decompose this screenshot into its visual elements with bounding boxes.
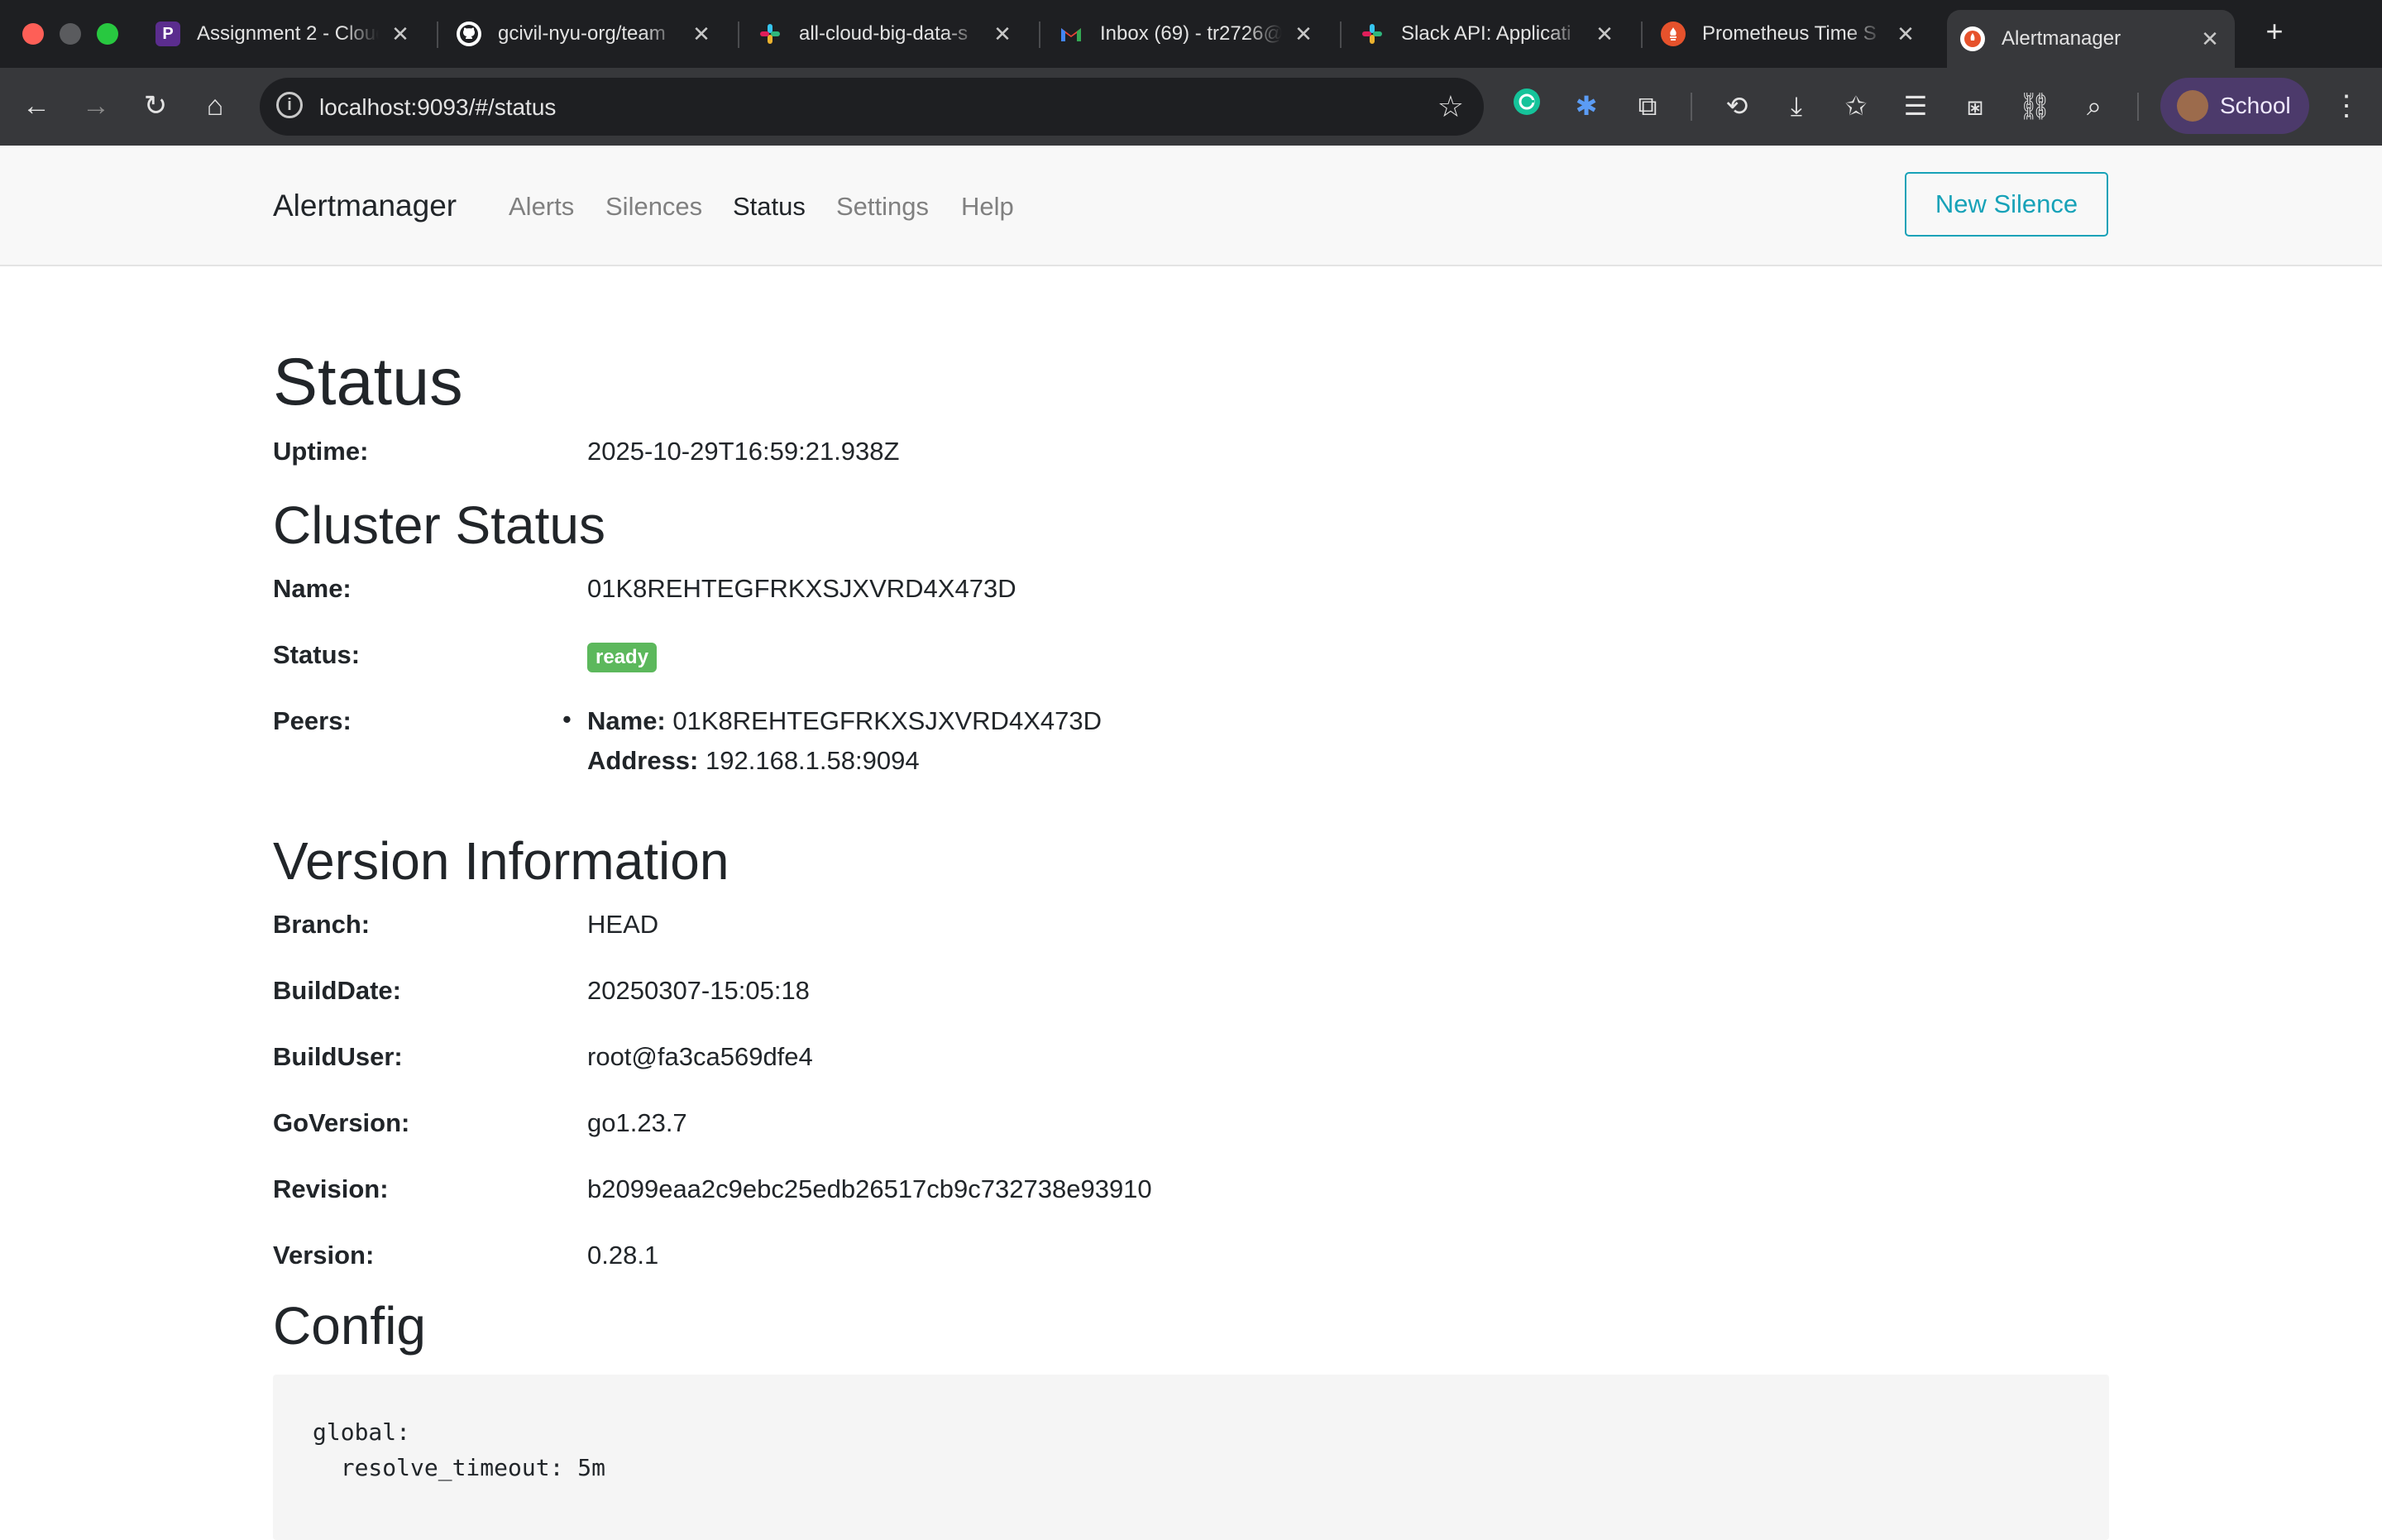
nav-link-status[interactable]: Status (733, 192, 806, 222)
tab-title: Slack API: Applicati (1401, 22, 1571, 45)
slack-icon (1360, 22, 1385, 46)
github-icon (457, 22, 481, 46)
browser-tab[interactable]: Slack API: Applicati ✕ (1360, 12, 1614, 56)
browser-tab-active[interactable]: Alertmanager ✕ (1947, 10, 2235, 68)
tab-title: Assignment 2 - Cloud (197, 22, 379, 45)
favorites-icon[interactable]: ✩ (1838, 88, 1874, 124)
site-info-icon[interactable]: i (276, 92, 303, 118)
tab-favicon-icon: P (155, 22, 180, 46)
close-window-button[interactable] (22, 23, 44, 45)
more-menu-icon[interactable]: ⋮ (2332, 88, 2360, 124)
alertmanager-icon (1960, 26, 1985, 51)
url-text[interactable]: localhost:9093/#/status (319, 94, 556, 121)
back-icon[interactable]: ← (17, 86, 56, 126)
peer-name-label: Name: (587, 706, 666, 735)
extension-asterisk-icon[interactable]: ✱ (1568, 88, 1605, 124)
browser-tab[interactable]: P Assignment 2 - Cloud ✕ (155, 12, 410, 56)
tab-title: Alertmanager (2002, 27, 2121, 50)
builduser-label: BuildUser: (273, 1042, 403, 1071)
revision-value: b2099eaa2c9ebc25edb26517cb9c732738e93910 (587, 1174, 1152, 1203)
version-label: Version: (273, 1241, 375, 1270)
config-heading: Config (273, 1296, 426, 1356)
tab-title: Prometheus Time S (1702, 22, 1877, 45)
minimize-window-button[interactable] (60, 23, 81, 45)
branch-label: Branch: (273, 910, 371, 939)
page-title: Status (273, 345, 463, 419)
peer-address-row: Address: 192.168.1.58:9094 (587, 746, 920, 776)
tab-title: all-cloud-big-data-s (799, 22, 969, 45)
builddate-value: 20250307-15:05:18 (587, 976, 810, 1005)
browser-tab-strip: P Assignment 2 - Cloud ✕ gcivil-nyu-org/… (0, 0, 2382, 68)
status-badge: ready (587, 643, 658, 672)
profile-button[interactable]: School (2160, 78, 2309, 134)
close-tab-icon[interactable]: ✕ (2200, 26, 2220, 52)
maximize-window-button[interactable] (97, 23, 118, 45)
brand-link[interactable]: Alertmanager (273, 189, 457, 223)
browser-tab[interactable]: Prometheus Time S ✕ (1661, 12, 1916, 56)
branch-value: HEAD (587, 910, 659, 939)
close-tab-icon[interactable]: ✕ (390, 22, 410, 47)
screen-search-icon[interactable]: ⌕ (2076, 88, 2112, 124)
close-tab-icon[interactable]: ✕ (1595, 22, 1614, 47)
new-tab-icon[interactable]: + (2256, 13, 2293, 50)
reading-list-icon[interactable]: ☰ (1897, 88, 1934, 124)
browser-tab[interactable]: all-cloud-big-data-s ✕ (758, 12, 1012, 56)
browser-tab[interactable]: gcivil-nyu-org/team ✕ (457, 12, 711, 56)
nav-link-alerts[interactable]: Alerts (509, 192, 574, 222)
nav-link-silences[interactable]: Silences (605, 192, 702, 222)
tab-title: gcivil-nyu-org/team (498, 22, 666, 45)
tab-title: Inbox (69) - tr2726@ (1100, 22, 1282, 45)
config-block: global: resolve_timeout: 5m (273, 1375, 2109, 1540)
close-tab-icon[interactable]: ✕ (1896, 22, 1916, 47)
builduser-value: root@fa3ca569dfe4 (587, 1042, 813, 1071)
home-icon[interactable]: ⌂ (195, 86, 235, 126)
peer-name-value: 01K8REHTEGFRKXSJXVRD4X473D (672, 706, 1102, 735)
peer-name-row: Name: 01K8REHTEGFRKXSJXVRD4X473D (587, 706, 1102, 736)
close-tab-icon[interactable]: ✕ (992, 22, 1012, 47)
browser-toolbar: ← → ↻ ⌂ i localhost:9093/#/status ☆ ✱ ⧉ … (0, 68, 2382, 146)
download-icon[interactable]: ⤓ (1778, 88, 1815, 124)
version-info-heading: Version Information (273, 831, 729, 891)
bookmark-star-icon[interactable]: ☆ (1437, 89, 1464, 124)
address-bar[interactable]: i localhost:9093/#/status ☆ (260, 78, 1484, 136)
cluster-name-label: Name: (273, 574, 352, 603)
peer-address-label: Address: (587, 746, 699, 775)
goversion-label: GoVersion: (273, 1108, 410, 1137)
history-icon[interactable]: ⟲ (1719, 88, 1755, 124)
gmail-icon (1059, 22, 1083, 46)
profile-label: School (2220, 93, 2291, 118)
link-icon[interactable]: ⛓ (2016, 88, 2053, 124)
forward-icon[interactable]: → (76, 86, 116, 126)
peer-list-bullet: • (562, 705, 572, 734)
grammarly-icon[interactable] (1509, 88, 1545, 124)
cluster-name-value: 01K8REHTEGFRKXSJXVRD4X473D (587, 574, 1016, 603)
prometheus-icon (1661, 22, 1686, 46)
goversion-value: go1.23.7 (587, 1108, 687, 1137)
config-text: global: resolve_timeout: 5m (313, 1418, 606, 1481)
avatar (2177, 90, 2208, 122)
new-silence-button[interactable]: New Silence (1905, 172, 2108, 237)
builddate-label: BuildDate: (273, 976, 401, 1005)
uptime-label: Uptime: (273, 437, 369, 466)
revision-label: Revision: (273, 1174, 389, 1203)
slack-icon (758, 22, 782, 46)
close-tab-icon[interactable]: ✕ (691, 22, 711, 47)
translate-icon[interactable]: ⧆ (1957, 88, 1993, 124)
cluster-status-label: Status: (273, 640, 361, 669)
uptime-value: 2025-10-29T16:59:21.938Z (587, 437, 900, 466)
app-navbar: Alertmanager Alerts Silences Status Sett… (0, 146, 2382, 266)
peer-address-value: 192.168.1.58:9094 (706, 746, 920, 775)
nav-link-settings[interactable]: Settings (836, 192, 929, 222)
reload-icon[interactable]: ↻ (136, 86, 175, 126)
close-tab-icon[interactable]: ✕ (1294, 22, 1313, 47)
extensions-puzzle-icon[interactable]: ⧉ (1629, 88, 1666, 124)
browser-tab[interactable]: Inbox (69) - tr2726@ ✕ (1059, 12, 1313, 56)
nav-link-help[interactable]: Help (961, 192, 1014, 222)
version-value: 0.28.1 (587, 1241, 659, 1270)
peers-label: Peers: (273, 706, 352, 735)
cluster-status-heading: Cluster Status (273, 495, 605, 555)
